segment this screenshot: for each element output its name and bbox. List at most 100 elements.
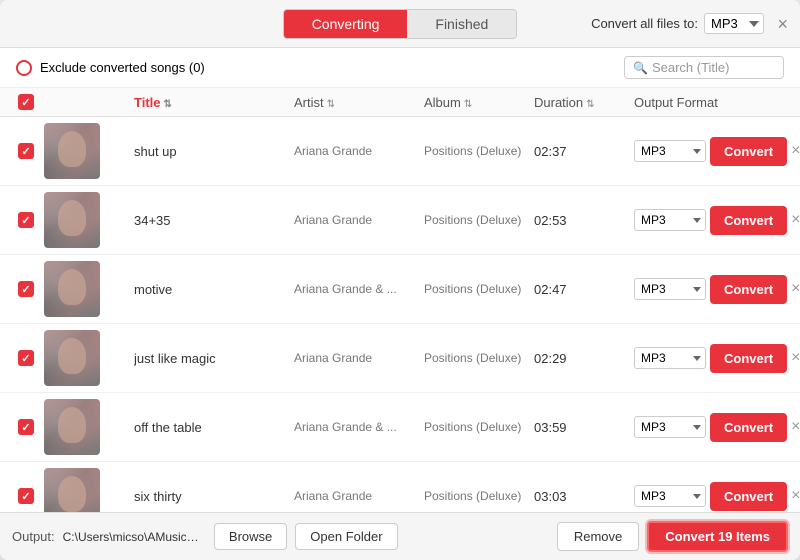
table-row: 34+35 Ariana Grande Positions (Deluxe) 0…	[0, 186, 800, 255]
row-title-4: off the table	[134, 420, 294, 435]
table-container: Title⇅ Artist⇅ Album⇅ Duration⇅ Output F…	[0, 88, 800, 512]
row-remove-cell-5: ×	[787, 483, 800, 509]
header-checkbox-cell	[8, 94, 44, 110]
table-row: off the table Ariana Grande & ... Positi…	[0, 393, 800, 462]
row-format-select-2[interactable]: MP3AACFLACWAVOGG	[634, 278, 706, 300]
row-format-cell-0: MP3AACFLACWAVOGG Convert	[634, 137, 787, 166]
tab-finished[interactable]: Finished	[407, 10, 516, 38]
row-thumb-0	[44, 123, 134, 179]
row-checkbox-cell-1	[8, 212, 44, 228]
row-remove-button-0[interactable]: ×	[787, 138, 800, 164]
row-checkbox-3[interactable]	[18, 350, 34, 366]
row-duration-3: 02:29	[534, 351, 634, 366]
col-album-header[interactable]: Album⇅	[424, 95, 534, 110]
row-remove-button-3[interactable]: ×	[787, 345, 800, 371]
row-convert-button-1[interactable]: Convert	[710, 206, 787, 235]
close-button[interactable]: ×	[777, 15, 788, 33]
row-format-cell-1: MP3AACFLACWAVOGG Convert	[634, 206, 787, 235]
row-checkbox-cell-3	[8, 350, 44, 366]
row-checkbox-0[interactable]	[18, 143, 34, 159]
row-title-1: 34+35	[134, 213, 294, 228]
convert-all-button[interactable]: Convert 19 Items	[647, 521, 788, 552]
row-checkbox-cell-2	[8, 281, 44, 297]
row-thumb-3	[44, 330, 134, 386]
row-title-0: shut up	[134, 144, 294, 159]
row-thumb-1	[44, 192, 134, 248]
row-title-5: six thirty	[134, 489, 294, 504]
row-artist-2: Ariana Grande & ...	[294, 282, 424, 296]
row-remove-cell-1: ×	[787, 207, 800, 233]
exclude-circle-icon	[16, 60, 32, 76]
header-checkbox[interactable]	[18, 94, 34, 110]
row-title-2: motive	[134, 282, 294, 297]
album-art-3	[44, 330, 100, 386]
row-checkbox-cell-5	[8, 488, 44, 504]
row-format-select-5[interactable]: MP3AACFLACWAVOGG	[634, 485, 706, 507]
row-album-2: Positions (Deluxe)	[424, 282, 534, 296]
row-checkbox-1[interactable]	[18, 212, 34, 228]
convert-all-format-select[interactable]: MP3 AAC FLAC WAV	[704, 13, 764, 34]
table-body: shut up Ariana Grande Positions (Deluxe)…	[0, 117, 800, 512]
remove-button[interactable]: Remove	[557, 522, 639, 551]
col-duration-header[interactable]: Duration⇅	[534, 95, 634, 110]
row-convert-button-0[interactable]: Convert	[710, 137, 787, 166]
row-format-cell-5: MP3AACFLACWAVOGG Convert	[634, 482, 787, 511]
row-album-5: Positions (Deluxe)	[424, 489, 534, 503]
app-window: Converting Finished Convert all files to…	[0, 0, 800, 560]
row-remove-cell-0: ×	[787, 138, 800, 164]
row-title-3: just like magic	[134, 351, 294, 366]
output-path: C:\Users\micso\AMusicSoft ...	[63, 530, 206, 544]
row-convert-button-5[interactable]: Convert	[710, 482, 787, 511]
row-artist-5: Ariana Grande	[294, 489, 424, 503]
row-format-select-0[interactable]: MP3AACFLACWAVOGG	[634, 140, 706, 162]
row-remove-button-4[interactable]: ×	[787, 414, 800, 440]
row-remove-button-5[interactable]: ×	[787, 483, 800, 509]
album-art-2	[44, 261, 100, 317]
row-format-select-3[interactable]: MP3AACFLACWAVOGG	[634, 347, 706, 369]
row-remove-button-2[interactable]: ×	[787, 276, 800, 302]
row-duration-0: 02:37	[534, 144, 634, 159]
row-format-cell-2: MP3AACFLACWAVOGG Convert	[634, 275, 787, 304]
album-art-1	[44, 192, 100, 248]
open-folder-button[interactable]: Open Folder	[295, 523, 397, 550]
row-artist-1: Ariana Grande	[294, 213, 424, 227]
table-row: motive Ariana Grande & ... Positions (De…	[0, 255, 800, 324]
row-format-select-4[interactable]: MP3AACFLACWAVOGG	[634, 416, 706, 438]
album-art-5	[44, 468, 100, 512]
header: Converting Finished Convert all files to…	[0, 0, 800, 48]
table-row: six thirty Ariana Grande Positions (Delu…	[0, 462, 800, 512]
row-remove-button-1[interactable]: ×	[787, 207, 800, 233]
output-label: Output:	[12, 529, 55, 544]
row-album-3: Positions (Deluxe)	[424, 351, 534, 365]
row-thumb-2	[44, 261, 134, 317]
row-remove-cell-3: ×	[787, 345, 800, 371]
tab-group: Converting Finished	[283, 9, 518, 39]
search-placeholder: Search (Title)	[652, 60, 730, 75]
row-checkbox-4[interactable]	[18, 419, 34, 435]
album-art-4	[44, 399, 100, 455]
row-format-select-1[interactable]: MP3AACFLACWAVOGG	[634, 209, 706, 231]
row-album-1: Positions (Deluxe)	[424, 213, 534, 227]
row-duration-5: 03:03	[534, 489, 634, 504]
search-icon: 🔍	[633, 61, 648, 75]
tab-converting[interactable]: Converting	[284, 10, 408, 38]
exclude-row: Exclude converted songs (0)	[16, 60, 205, 76]
convert-all-label: Convert all files to:	[591, 16, 698, 31]
row-format-cell-3: MP3AACFLACWAVOGG Convert	[634, 344, 787, 373]
row-convert-button-4[interactable]: Convert	[710, 413, 787, 442]
row-thumb-5	[44, 468, 134, 512]
col-title-header[interactable]: Title⇅	[134, 95, 294, 110]
row-checkbox-2[interactable]	[18, 281, 34, 297]
row-convert-button-2[interactable]: Convert	[710, 275, 787, 304]
exclude-label: Exclude converted songs (0)	[40, 60, 205, 75]
search-box[interactable]: 🔍 Search (Title)	[624, 56, 784, 79]
col-artist-header[interactable]: Artist⇅	[294, 95, 424, 110]
browse-button[interactable]: Browse	[214, 523, 287, 550]
row-convert-button-3[interactable]: Convert	[710, 344, 787, 373]
col-output-format-header: Output Format	[634, 95, 756, 110]
row-duration-4: 03:59	[534, 420, 634, 435]
row-checkbox-5[interactable]	[18, 488, 34, 504]
row-checkbox-cell-0	[8, 143, 44, 159]
row-album-4: Positions (Deluxe)	[424, 420, 534, 434]
toolbar: Exclude converted songs (0) 🔍 Search (Ti…	[0, 48, 800, 88]
